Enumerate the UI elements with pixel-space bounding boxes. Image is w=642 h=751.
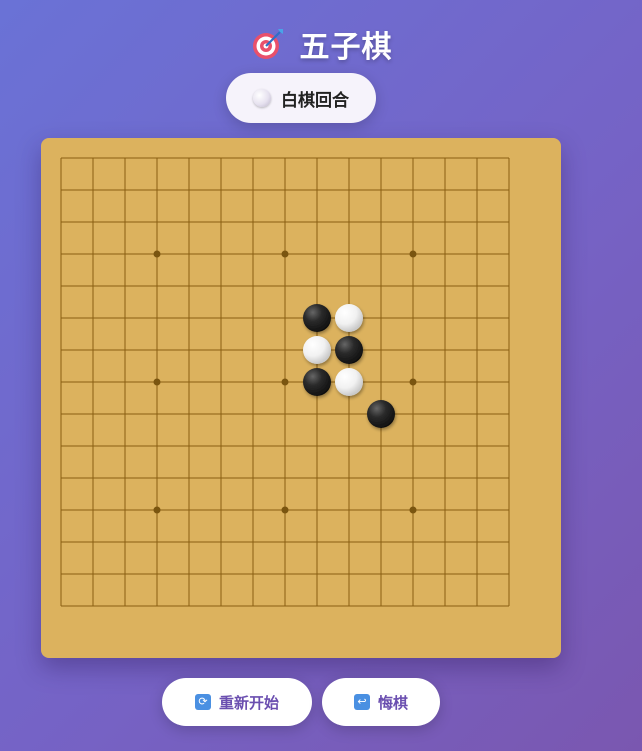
restart-button[interactable]: ⟳ 重新开始	[162, 678, 312, 726]
gomoku-board[interactable]	[41, 138, 561, 658]
star-point	[409, 250, 417, 258]
star-point	[153, 378, 161, 386]
star-point	[409, 506, 417, 514]
star-point	[409, 378, 417, 386]
board-grid[interactable]	[41, 138, 561, 658]
white-stone	[335, 368, 363, 396]
turn-indicator: 白棋回合	[226, 73, 376, 123]
white-stone	[335, 304, 363, 332]
star-point	[281, 378, 289, 386]
dart-target-icon	[252, 29, 283, 59]
star-point	[153, 506, 161, 514]
undo-button[interactable]: ↩ 悔棋	[322, 678, 440, 726]
black-stone	[303, 304, 331, 332]
black-stone	[367, 400, 395, 428]
black-stone	[335, 336, 363, 364]
star-point	[153, 250, 161, 258]
turn-label: 白棋回合	[281, 90, 349, 111]
star-point	[281, 506, 289, 514]
white-stone-icon	[253, 89, 271, 107]
undo-label: 悔棋	[377, 694, 408, 712]
refresh-icon: ⟳	[194, 694, 211, 710]
page-title: 五子棋	[299, 30, 393, 65]
white-stone	[303, 336, 331, 364]
restart-label: 重新开始	[218, 694, 279, 712]
undo-arrow-icon: ↩	[353, 694, 370, 710]
black-stone	[303, 368, 331, 396]
star-point	[281, 250, 289, 258]
title-row: 五子棋	[0, 22, 642, 66]
